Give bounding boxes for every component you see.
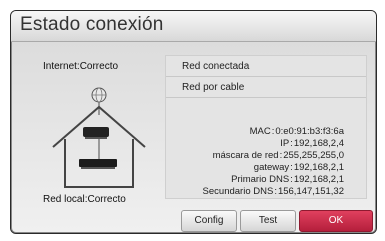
subnet-mask-key: máscara de red (212, 150, 279, 161)
subnet-mask-row: máscara de red:255,255,255,0 (212, 150, 344, 161)
network-diagram: Internet:Correcto Red local:Correcto (15, 47, 163, 207)
dialog-title-bar: Estado conexión (11, 11, 376, 42)
local-network-status-label: Red local:Correcto (43, 194, 126, 205)
secondary-dns-value: 156,147,151,32 (277, 186, 344, 197)
network-connected-row: Red conectada (166, 56, 366, 77)
secondary-dns-key: Secundario DNS (202, 186, 274, 197)
ip-key: IP (280, 138, 290, 149)
ip-row: IP:192,168,2,4 (280, 138, 344, 149)
mac-value: 0:e0:91:b3:f3:6a (275, 126, 344, 137)
subnet-mask-value: 255,255,255,0 (283, 150, 344, 161)
wired-network-text: Red por cable (182, 82, 245, 93)
mac-row: MAC:0:e0:91:b3:f3:6a (249, 126, 344, 137)
ok-button[interactable]: OK (299, 210, 373, 232)
gateway-row: gateway:192,168,2,1 (253, 162, 344, 173)
gateway-key: gateway (253, 162, 290, 173)
network-connected-text: Red conectada (182, 61, 250, 72)
connection-status-dialog: Estado conexión Internet:Correcto Red lo… (10, 10, 377, 234)
player-icon (79, 159, 117, 169)
test-button[interactable]: Test (240, 210, 296, 232)
config-button[interactable]: Config (181, 210, 237, 232)
connection-info-panel: Red conectada Red por cable MAC:0:e0:91:… (165, 55, 367, 199)
primary-dns-value: 192,168,2,1 (293, 174, 344, 185)
secondary-dns-row: Secundario DNS:156,147,151,32 (202, 186, 344, 197)
wired-network-row: Red por cable (166, 77, 366, 98)
primary-dns-row: Primario DNS:192,168,2,1 (231, 174, 344, 185)
mac-key: MAC (249, 126, 271, 137)
router-icon (83, 127, 109, 139)
globe-icon (91, 87, 107, 103)
ip-value: 192,168,2,4 (293, 138, 344, 149)
dialog-title: Estado conexión (20, 14, 164, 35)
gateway-value: 192,168,2,1 (293, 162, 344, 173)
primary-dns-key: Primario DNS (231, 174, 290, 185)
house-network-illustration (52, 87, 146, 188)
